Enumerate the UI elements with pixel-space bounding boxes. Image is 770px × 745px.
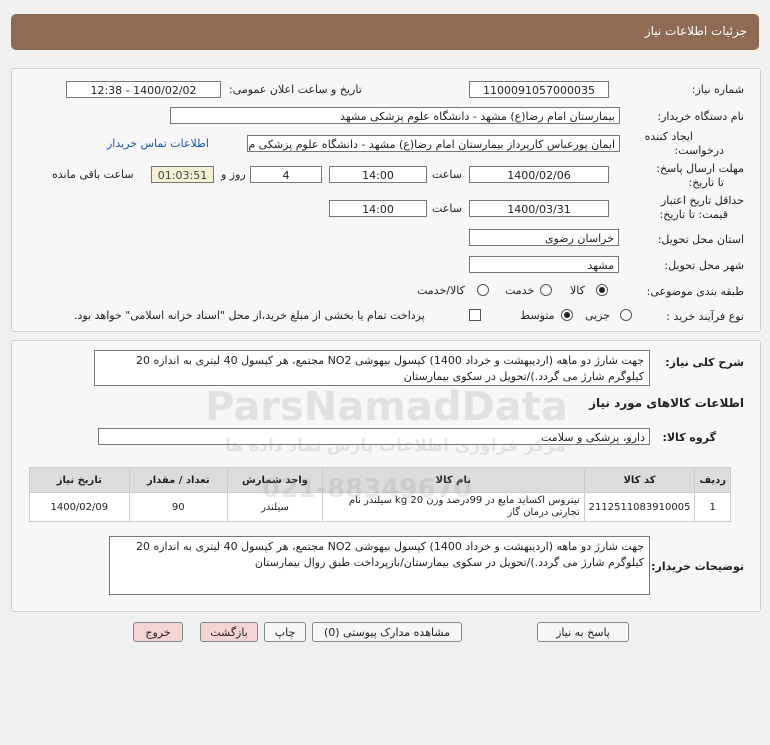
cell-code: 2112511083910005: [583, 492, 696, 522]
need-number-field: 1100091057000035: [469, 81, 609, 98]
creator-label-1: ایجاد کننده: [644, 130, 693, 143]
reply-time-label: ساعت: [432, 168, 462, 181]
col-code: کد کالا: [583, 467, 696, 493]
col-date: تاریخ نیاز: [29, 467, 130, 493]
buyer-contact-link[interactable]: اطلاعات تماس خریدار: [107, 137, 209, 150]
exit-button[interactable]: خروج: [133, 622, 183, 642]
buyer-notes-text: جهت شارژ دو ماهه (اردیبهشت و خرداد 1400)…: [109, 536, 650, 595]
cell-date: 1400/02/09: [29, 492, 130, 522]
page-title: جزئیات اطلاعات نیاز: [644, 24, 747, 38]
remaining-timer: 01:03:51: [151, 166, 214, 183]
goods-group-label: گروه کالا:: [662, 431, 716, 444]
process-radio-medium[interactable]: [561, 309, 573, 321]
category-radio-goods-service[interactable]: [477, 284, 489, 296]
reply-date-field: 1400/02/06: [469, 166, 609, 183]
category-radio-goods[interactable]: [596, 284, 608, 296]
price-deadline-label-2: قیمت: تا تاریخ:: [659, 208, 728, 221]
category-option-goods-service: کالا/خدمت: [417, 284, 465, 297]
announce-label: تاریخ و ساعت اعلان عمومی:: [229, 83, 362, 96]
category-label: طبقه بندی موضوعی:: [646, 285, 744, 298]
treasury-payment-checkbox[interactable]: [469, 309, 481, 321]
price-deadline-label-1: حداقل تاریخ اعتبار: [660, 194, 744, 207]
goods-table-header: ردیف کد کالا نام کالا واحد شمارش تعداد /…: [29, 467, 731, 493]
creator-field: ایمان پورعباس کارپرداز بیمارستان امام رض…: [247, 135, 620, 152]
process-option-minor: جزیی: [585, 309, 611, 322]
need-number-label: شماره نیاز:: [691, 83, 744, 96]
col-row: ردیف: [694, 467, 731, 493]
col-qty: تعداد / مقدار: [128, 467, 228, 493]
reply-deadline-label-2: تا تاریخ:: [688, 176, 724, 189]
process-label: نوع فرآیند خرید :: [666, 310, 744, 323]
reply-deadline-label-1: مهلت ارسال پاسخ:: [656, 162, 744, 175]
category-option-service: خدمت: [505, 284, 535, 297]
back-button[interactable]: بازگشت: [200, 622, 258, 642]
category-radio-service[interactable]: [540, 284, 552, 296]
process-option-medium: متوسط: [520, 309, 555, 322]
category-option-goods: کالا: [570, 284, 585, 297]
city-label: شهر محل تحویل:: [664, 259, 744, 272]
creator-label-2: درخواست:: [674, 144, 724, 157]
summary-text: جهت شارژ دو ماهه (اردیبهشت و خرداد 1400)…: [94, 350, 650, 386]
price-date-field: 1400/03/31: [469, 200, 609, 217]
attachments-button[interactable]: مشاهده مدارک پیوستی (0): [312, 622, 462, 642]
cell-qty: 90: [128, 492, 228, 522]
province-field: خراسان رضوی: [469, 229, 619, 246]
city-field: مشهد: [469, 256, 619, 273]
announce-field: 1400/02/02 - 12:38: [66, 81, 221, 98]
goods-group-field: دارو، پزشکی و سلامت: [98, 428, 650, 445]
buyer-org-label: نام دستگاه خریدار:: [657, 110, 744, 123]
page-header: جزئیات اطلاعات نیاز: [11, 14, 759, 50]
goods-table: ردیف کد کالا نام کالا واحد شمارش تعداد /…: [29, 467, 731, 522]
cell-name: نیتروس اکساید مایع در 99درصد وزن 20 kg س…: [321, 492, 585, 522]
process-radio-minor[interactable]: [620, 309, 632, 321]
buyer-notes-label: توضیحات خریدار:: [651, 560, 744, 573]
price-time-field: 14:00: [329, 200, 427, 217]
reply-time-field: 14:00: [329, 166, 427, 183]
province-label: استان محل تحویل:: [657, 233, 744, 246]
payment-note: پرداخت تمام یا بخشی از مبلغ خرید،از محل …: [74, 309, 425, 322]
print-button[interactable]: چاپ: [264, 622, 306, 642]
days-field: 4: [250, 166, 322, 183]
remaining-label: ساعت باقی مانده: [52, 168, 134, 181]
cell-row: 1: [694, 492, 731, 522]
days-label: روز و: [221, 168, 246, 181]
cell-unit: سیلندر: [226, 492, 323, 522]
buyer-org-field: بیمارستان امام رضا(ع) مشهد - دانشگاه علو…: [170, 107, 620, 124]
summary-label: شرح کلی نیاز:: [665, 356, 744, 369]
col-name: نام کالا: [321, 467, 585, 493]
col-unit: واحد شمارش: [226, 467, 323, 493]
table-row: 1 2112511083910005 نیتروس اکساید مایع در…: [29, 492, 731, 522]
price-time-label: ساعت: [432, 202, 462, 215]
reply-button[interactable]: پاسخ به نیاز: [537, 622, 629, 642]
goods-section-title: اطلاعات کالاهای مورد نیاز: [589, 396, 744, 410]
